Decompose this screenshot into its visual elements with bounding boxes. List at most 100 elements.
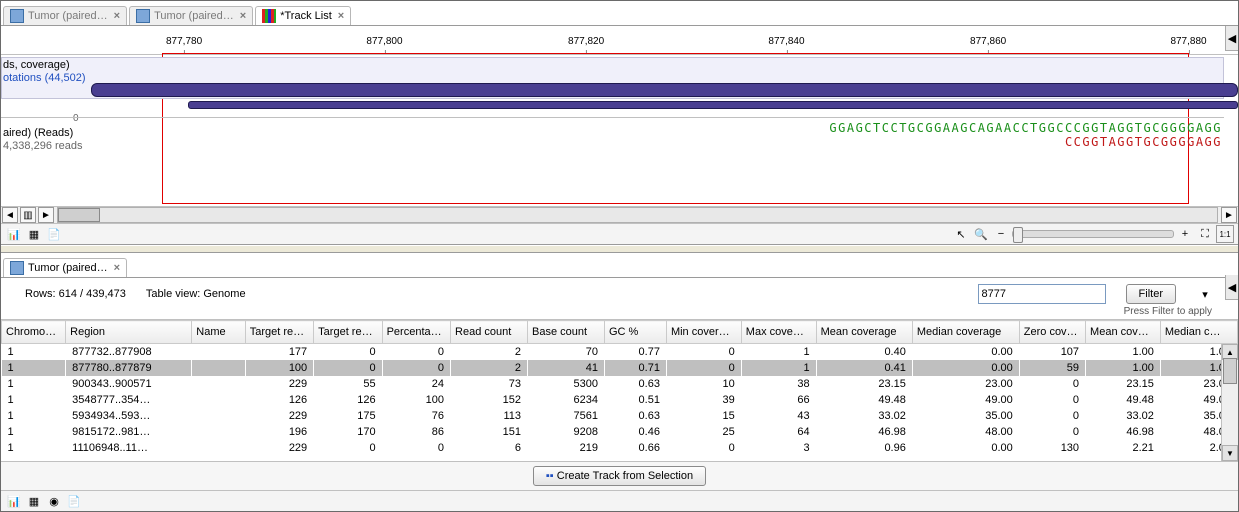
scroll-left-button[interactable]: ◄ <box>2 207 18 223</box>
view-table-icon[interactable]: ▦ <box>25 492 43 510</box>
slider-knob[interactable] <box>1013 227 1023 243</box>
close-icon[interactable]: × <box>338 10 344 22</box>
view-report-icon[interactable]: 📄 <box>65 492 83 510</box>
cursor-tool-icon[interactable]: ↖ <box>952 225 970 243</box>
column-header[interactable]: Median coverage <box>912 321 1019 344</box>
tab-label: Tumor (paired… <box>154 10 234 22</box>
filter-options-chevron-icon[interactable]: ▾ <box>1196 285 1214 303</box>
close-icon[interactable]: × <box>240 10 246 22</box>
create-track-button[interactable]: ▪▪ Create Track from Selection <box>533 466 706 486</box>
filter-button[interactable]: Filter <box>1126 284 1176 304</box>
column-header[interactable]: Region <box>66 321 192 344</box>
table-row[interactable]: 1877780..877879100002410.71010.410.00591… <box>2 360 1238 376</box>
table-row[interactable]: 19815172..981…1961708615192080.46256446.… <box>2 424 1238 440</box>
table-cell: 0 <box>314 360 382 376</box>
column-header[interactable]: Min cover… <box>666 321 741 344</box>
table-cell: 1 <box>2 344 66 361</box>
zoom-1to1-button[interactable]: 1:1 <box>1216 225 1234 243</box>
zoom-tool-icon[interactable]: 🔍 <box>972 225 990 243</box>
data-grid: Chromoso…RegionNameTarget re…Target re…P… <box>1 319 1238 461</box>
column-header[interactable]: Name <box>192 321 245 344</box>
column-header[interactable]: Chromoso… <box>2 321 66 344</box>
table-cell: 1 <box>2 360 66 376</box>
close-icon[interactable]: × <box>114 262 120 274</box>
column-header[interactable]: Target re… <box>314 321 382 344</box>
zoom-fit-button[interactable]: ⛶ <box>1196 225 1214 243</box>
table-row[interactable]: 1900343..90057122955247353000.63103823.1… <box>2 376 1238 392</box>
track-list-icon <box>262 9 276 23</box>
column-header[interactable]: Percenta… <box>382 321 450 344</box>
table-cell: 1 <box>2 440 66 456</box>
collapse-side-panel-icon[interactable]: ◀ <box>1225 275 1238 300</box>
filter-input[interactable] <box>978 284 1106 304</box>
scroll-down-button[interactable]: ▼ <box>1222 445 1238 461</box>
close-icon[interactable]: × <box>114 10 120 22</box>
table-cell: 229 <box>245 440 313 456</box>
column-header[interactable]: Median c… <box>1160 321 1237 344</box>
table-icon <box>10 9 24 23</box>
table-cell: 49.48 <box>1086 392 1161 408</box>
chevron-right-icon: ► <box>41 210 51 221</box>
scroll-right-button[interactable]: ► <box>38 207 54 223</box>
column-header[interactable]: Mean coverage <box>816 321 912 344</box>
zoom-slider[interactable] <box>1012 230 1174 238</box>
table-icon <box>136 9 150 23</box>
table-cell: 46.98 <box>816 424 912 440</box>
track-hscrollbar[interactable] <box>57 207 1218 223</box>
zoom-in-button[interactable]: + <box>1176 225 1194 243</box>
column-header[interactable]: Target re… <box>245 321 313 344</box>
scroll-right-end-button[interactable]: ► <box>1221 207 1237 223</box>
table-cell: 9208 <box>527 424 604 440</box>
table-cell: 23.15 <box>1086 376 1161 392</box>
table-cell: 229 <box>245 376 313 392</box>
column-header[interactable]: Max cove… <box>741 321 816 344</box>
view-report-icon[interactable]: 📄 <box>45 225 63 243</box>
scrollbar-thumb[interactable] <box>58 208 100 222</box>
sequence-forward: GGAGCTCCTGCGGAAGCAGAACCTGGCCCGGTAGGTGCGG… <box>829 121 1222 135</box>
pane-divider[interactable] <box>1 245 1238 253</box>
table-cell: 48.00 <box>912 424 1019 440</box>
table-cell: 10 <box>666 376 741 392</box>
column-header[interactable]: Read count <box>451 321 528 344</box>
table-cell: 0.66 <box>604 440 666 456</box>
view-table-icon[interactable]: ▦ <box>25 225 43 243</box>
table-row[interactable]: 111106948..11…2290062190.66030.960.00130… <box>2 440 1238 456</box>
table-cell: 107 <box>1019 344 1085 361</box>
scrollbar-thumb[interactable] <box>1223 358 1237 384</box>
ruler-tick: 877,880 <box>1170 36 1206 47</box>
table-row[interactable]: 1877732..877908177002700.77010.400.00107… <box>2 344 1238 361</box>
view-circular-icon[interactable]: ◉ <box>45 492 63 510</box>
nav-marker-icon[interactable]: ▥ <box>20 207 36 223</box>
table-cell: 152 <box>451 392 528 408</box>
tab-label: *Track List <box>280 10 332 22</box>
tab-tumor-1[interactable]: Tumor (paired… × <box>3 6 127 25</box>
table-cell: 2.21 <box>1086 440 1161 456</box>
filter-row: Rows: 614 / 439,473 Table view: Genome F… <box>1 278 1238 306</box>
chevron-up-icon: ▲ <box>1226 348 1234 357</box>
tab-track-list[interactable]: *Track List × <box>255 6 351 25</box>
column-header[interactable]: Zero cov… <box>1019 321 1085 344</box>
label-line1: ds, coverage) <box>3 59 70 71</box>
view-track-icon[interactable]: 📊 <box>5 492 23 510</box>
tracks-area[interactable]: ds, coverage) otations (44,502) 0 aired)… <box>1 55 1238 206</box>
column-header[interactable]: Base count <box>527 321 604 344</box>
column-header[interactable]: Mean cov… <box>1086 321 1161 344</box>
table-vscrollbar[interactable]: ▲ ▼ <box>1221 344 1238 461</box>
table-cell: 24 <box>382 376 450 392</box>
tab-tumor-2[interactable]: Tumor (paired… × <box>129 6 253 25</box>
table-cell: 25 <box>666 424 741 440</box>
table-cell: 113 <box>451 408 528 424</box>
table-row[interactable]: 13548777..354…12612610015262340.51396649… <box>2 392 1238 408</box>
table-cell: 0.46 <box>604 424 666 440</box>
table-cell: 59 <box>1019 360 1085 376</box>
column-header[interactable]: GC % <box>604 321 666 344</box>
table-cell: 0.00 <box>912 360 1019 376</box>
table-cell: 33.02 <box>1086 408 1161 424</box>
tab-tumor-table[interactable]: Tumor (paired… × <box>3 258 127 277</box>
table-cell: 2 <box>451 344 528 361</box>
view-track-icon[interactable]: 📊 <box>5 225 23 243</box>
table-body: 1877732..877908177002700.77010.400.00107… <box>2 344 1238 457</box>
table-cell: 0 <box>382 440 450 456</box>
table-row[interactable]: 15934934..593…2291757611375610.63154333.… <box>2 408 1238 424</box>
zoom-out-button[interactable]: − <box>992 225 1010 243</box>
